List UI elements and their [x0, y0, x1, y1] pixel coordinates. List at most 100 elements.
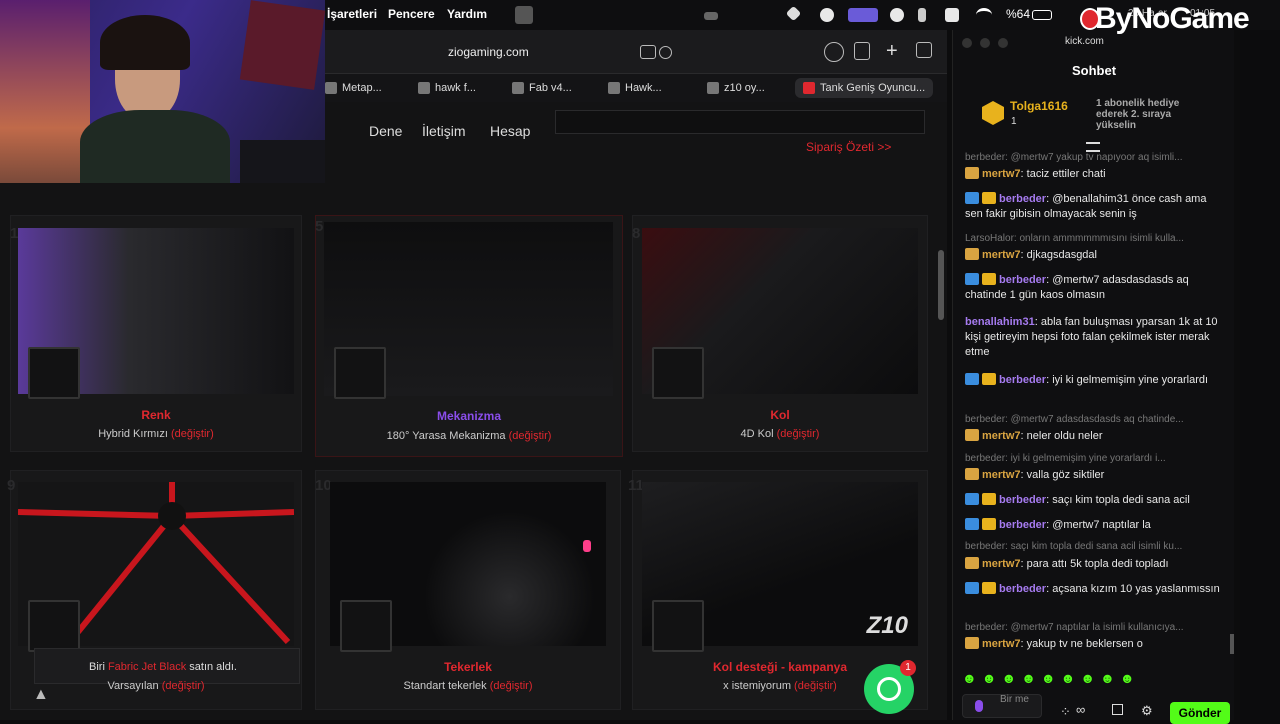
- send-button[interactable]: Gönder: [1170, 702, 1230, 724]
- wifi-icon[interactable]: [976, 8, 992, 22]
- gift-icon[interactable]: [1112, 704, 1123, 715]
- nav-iletisim[interactable]: İletişim: [422, 123, 466, 139]
- chat-username[interactable]: berbeder: [999, 519, 1046, 531]
- translate-icon[interactable]: [640, 45, 656, 59]
- change-link[interactable]: (değiştir): [509, 430, 552, 442]
- chat-text: saçı kim topla dedi sana acil: [1052, 494, 1190, 506]
- tab-hawk[interactable]: Hawk...: [608, 78, 662, 98]
- play-icon[interactable]: [890, 8, 904, 22]
- window-minimize-icon[interactable]: [980, 38, 990, 48]
- tab-overview-icon[interactable]: [916, 42, 932, 58]
- new-tab-icon[interactable]: +: [886, 41, 906, 62]
- tab-z10[interactable]: z10 oy...: [707, 78, 765, 98]
- chat-username[interactable]: berbeder: [999, 274, 1046, 286]
- change-link[interactable]: (değiştir): [794, 680, 837, 692]
- mechanism-thumbnail[interactable]: [334, 347, 386, 399]
- chat-text: djkagsdasgdal: [1026, 249, 1097, 261]
- chat-username[interactable]: mertw7: [982, 469, 1021, 481]
- address-bar[interactable]: ziogaming.com: [448, 45, 529, 59]
- chat-reply-preview: LarsoHalor: onların ammmmmmısını isimli …: [965, 233, 1184, 244]
- bynogame-watermark: ByNoGame: [1095, 2, 1250, 35]
- webcam-overlay: [0, 0, 325, 183]
- chat-username[interactable]: berbeder: [999, 583, 1046, 595]
- card-subtitle: 180° Yarasa Mekanizma (değiştir): [315, 430, 623, 442]
- moderator-badge-icon: [965, 273, 979, 285]
- battery-percent: %64: [1006, 7, 1031, 21]
- tab-label: Fab v4...: [529, 82, 572, 94]
- option-value: 4D Kol: [740, 428, 774, 440]
- chat-message: berbeder: saçı kim topla dedi sana acil: [965, 493, 1220, 508]
- change-link[interactable]: (değiştir): [777, 428, 820, 440]
- bluetooth-icon[interactable]: [918, 8, 926, 22]
- header-banner: [555, 110, 925, 134]
- chat-reply-preview: berbeder: @mertw7 yakup tv napıyoor aq i…: [965, 152, 1183, 163]
- tab-hawk-f[interactable]: hawk f...: [418, 78, 476, 98]
- wheel-thumbnail[interactable]: [340, 600, 392, 652]
- users-icon[interactable]: ⁘: [1060, 704, 1071, 720]
- nav-dene[interactable]: Dene: [369, 123, 402, 139]
- screen-share-icon[interactable]: [848, 8, 878, 22]
- color-thumbnail[interactable]: [28, 347, 80, 399]
- moderator-badge-icon: [965, 192, 979, 204]
- crown-badge-icon: [965, 167, 979, 179]
- scroll-top-icon[interactable]: ▲: [33, 686, 53, 706]
- monitor-background: [240, 140, 325, 183]
- armrest-thumbnail[interactable]: [652, 347, 704, 399]
- pin-collapse-icon[interactable]: [1086, 142, 1100, 152]
- chat-scrollbar[interactable]: [1230, 634, 1234, 654]
- color-wheel-icon[interactable]: [820, 8, 834, 22]
- bynogame-logo-icon: [1080, 8, 1100, 30]
- menu-help[interactable]: Yardım: [447, 7, 487, 21]
- tab-fab[interactable]: Fab v4...: [512, 78, 572, 98]
- tab-favicon-icon: [512, 82, 524, 94]
- option-value: 180° Yarasa Mekanizma: [386, 430, 506, 442]
- settings-gear-icon[interactable]: ⚙: [1141, 703, 1153, 719]
- change-link[interactable]: (değiştir): [171, 428, 214, 440]
- infinity-icon[interactable]: ∞: [1076, 702, 1085, 717]
- nav-hesap[interactable]: Hesap: [490, 123, 530, 139]
- chat-message: mertw7: yakup tv ne beklersen o: [965, 637, 1220, 652]
- chat-username[interactable]: mertw7: [982, 168, 1021, 180]
- toast-product[interactable]: Fabric Jet Black: [108, 661, 186, 673]
- chat-username[interactable]: benallahim31: [965, 316, 1035, 328]
- chat-username[interactable]: berbeder: [999, 193, 1046, 205]
- order-summary-link[interactable]: Sipariş Özeti >>: [806, 140, 891, 154]
- option-value: Hybrid Kırmızı: [98, 428, 168, 440]
- emote-bar[interactable]: ☻☻☻☻☻☻☻☻☻: [962, 670, 1177, 688]
- chat-username[interactable]: berbeder: [999, 374, 1046, 386]
- chat-message: berbeder: @mertw7 adasdasdasds aq chatin…: [965, 273, 1220, 303]
- diamond-icon[interactable]: [785, 5, 802, 22]
- page-scrollbar[interactable]: [938, 250, 944, 320]
- base-thumbnail[interactable]: [28, 600, 80, 652]
- chat-message: mertw7: valla göz siktiler: [965, 468, 1220, 483]
- keyboard-icon[interactable]: [945, 8, 959, 22]
- chat-text: iyi ki gelmemişim yine yorarlardı: [1052, 374, 1209, 386]
- menu-bookmarks[interactable]: İşaretleri: [327, 7, 377, 21]
- moderator-badge-icon: [965, 582, 979, 594]
- chat-username[interactable]: mertw7: [982, 430, 1021, 442]
- change-link[interactable]: (değiştir): [490, 680, 533, 692]
- tab-tank-active[interactable]: Tank Geniş Oyuncu...: [795, 78, 934, 98]
- tab-metap[interactable]: Metap...: [325, 78, 382, 98]
- app-thumbnail-icon[interactable]: [515, 6, 533, 24]
- share-icon[interactable]: [854, 42, 870, 60]
- toast-suffix: satın aldı.: [189, 661, 237, 673]
- armrest-support-thumbnail[interactable]: [652, 600, 704, 652]
- mic-icon[interactable]: [975, 700, 983, 712]
- crown-badge-icon: [965, 429, 979, 441]
- window-close-icon[interactable]: [962, 38, 972, 48]
- menu-window[interactable]: Pencere: [388, 7, 435, 21]
- top-gifter-name[interactable]: Tolga1616: [1010, 99, 1068, 113]
- audio-bars-icon[interactable]: [704, 12, 718, 20]
- window-zoom-icon[interactable]: [998, 38, 1008, 48]
- reload-icon[interactable]: [659, 46, 672, 59]
- chat-username[interactable]: mertw7: [982, 638, 1021, 650]
- chat-username[interactable]: mertw7: [982, 249, 1021, 261]
- crown-badge-icon: [965, 637, 979, 649]
- chat-username[interactable]: berbeder: [999, 494, 1046, 506]
- chat-username[interactable]: mertw7: [982, 558, 1021, 570]
- change-link[interactable]: (değiştir): [162, 680, 205, 692]
- download-icon[interactable]: [824, 42, 844, 62]
- battery-icon[interactable]: [1032, 10, 1052, 20]
- chat-text: açsana kızım 10 yas yaslanmıssın: [1052, 583, 1220, 595]
